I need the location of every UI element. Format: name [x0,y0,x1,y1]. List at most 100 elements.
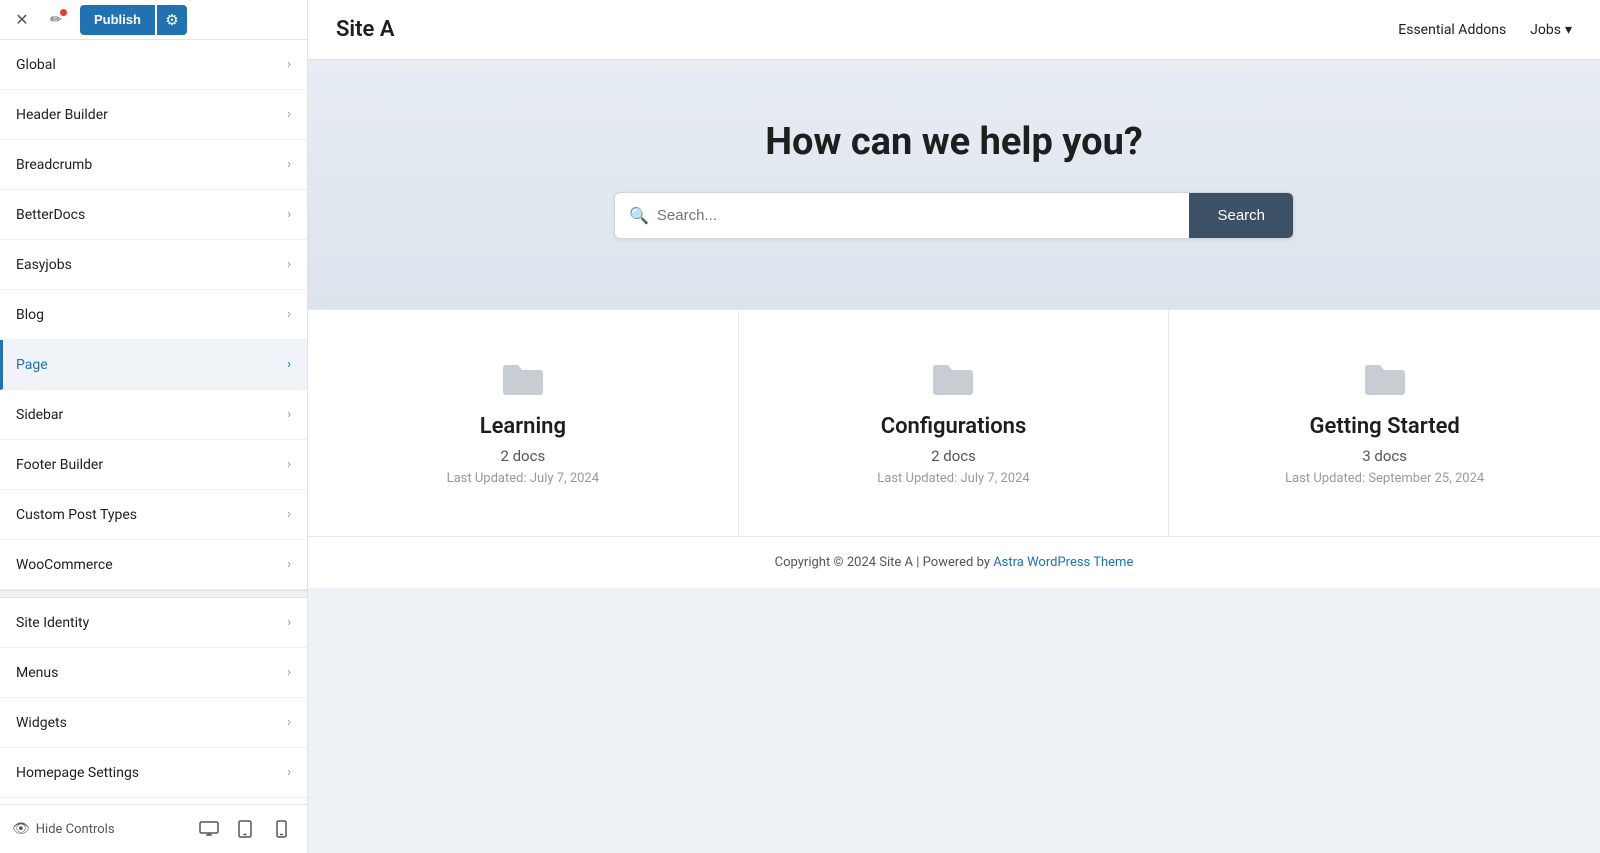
card-title: Configurations [881,414,1027,439]
card-learning[interactable]: Learning 2 docs Last Updated: July 7, 20… [308,310,739,536]
close-icon: ✕ [15,10,28,29]
sidebar-item-label: Global [16,57,56,73]
sidebar-item-custom-post-types[interactable]: Custom Post Types › [0,490,307,540]
sidebar-item-site-identity[interactable]: Site Identity › [0,598,307,648]
jobs-dropdown[interactable]: Jobs ▾ [1530,22,1572,38]
chevron-right-icon: › [287,57,291,72]
chevron-right-icon: › [287,615,291,630]
notification-dot [60,9,67,16]
sidebar-bottom: 👁 Hide Controls [0,804,307,853]
hero-section: How can we help you? 🔍 Search [308,60,1600,309]
publish-button[interactable]: Publish [80,5,155,35]
chevron-right-icon: › [287,715,291,730]
folder-icon [931,360,975,398]
chevron-right-icon: › [287,557,291,572]
card-docs: 2 docs [500,447,545,465]
sidebar-item-header-builder[interactable]: Header Builder › [0,90,307,140]
sidebar-item-label: Blog [16,307,44,323]
sidebar-item-blog[interactable]: Blog › [0,290,307,340]
page-footer: Copyright © 2024 Site A | Powered by Ast… [308,536,1600,588]
card-docs: 3 docs [1362,447,1407,465]
card-title: Learning [480,414,566,439]
site-title: Site A [336,17,395,42]
search-button[interactable]: Search [1189,193,1293,238]
sidebar-item-label: Easyjobs [16,257,72,273]
pen-button[interactable]: ✏ [42,6,70,34]
sidebar-item-label: Sidebar [16,407,63,423]
desktop-view-button[interactable] [195,815,223,843]
sidebar-item-label: Footer Builder [16,457,103,473]
sidebar-nav: Global › Header Builder › Breadcrumb › B… [0,40,307,804]
cards-grid: Learning 2 docs Last Updated: July 7, 20… [308,309,1600,536]
footer-link[interactable]: Astra WordPress Theme [993,555,1133,570]
sidebar-item-label: Breadcrumb [16,157,92,173]
chevron-right-icon: › [287,307,291,322]
card-updated: Last Updated: July 7, 2024 [877,471,1029,486]
publish-group: Publish ⚙ [80,5,187,35]
chevron-right-icon: › [287,665,291,680]
sidebar: ✕ ✏ Publish ⚙ Global › Header Builder › … [0,0,308,853]
top-nav: Site A Essential Addons Jobs ▾ [308,0,1600,60]
view-buttons [195,815,295,843]
sidebar-item-label: BetterDocs [16,207,85,223]
cards-section: Learning 2 docs Last Updated: July 7, 20… [308,309,1600,536]
eye-icon: 👁 [12,821,30,837]
tablet-icon [238,820,252,838]
card-updated: Last Updated: September 25, 2024 [1285,471,1484,486]
chevron-right-icon: › [287,457,291,472]
card-configurations[interactable]: Configurations 2 docs Last Updated: July… [739,310,1170,536]
search-bar: 🔍 Search [614,192,1294,239]
sidebar-item-label: Menus [16,665,58,681]
card-getting-started[interactable]: Getting Started 3 docs Last Updated: Sep… [1169,310,1600,536]
sidebar-item-label: Page [16,357,48,373]
hide-controls-button[interactable]: 👁 Hide Controls [12,821,115,837]
jobs-arrow-icon: ▾ [1565,22,1572,38]
chevron-right-icon: › [287,207,291,222]
folder-icon [1363,360,1407,398]
search-input[interactable] [657,193,1176,238]
sidebar-item-sidebar[interactable]: Sidebar › [0,390,307,440]
sidebar-item-footer-builder[interactable]: Footer Builder › [0,440,307,490]
sidebar-item-homepage-settings[interactable]: Homepage Settings › [0,748,307,798]
sidebar-item-label: Widgets [16,715,67,731]
search-input-wrap: 🔍 [615,193,1189,238]
sidebar-item-page[interactable]: Page › [0,340,307,390]
chevron-right-icon: › [287,257,291,272]
folder-icon [501,360,545,398]
tablet-view-button[interactable] [231,815,259,843]
chevron-right-icon: › [287,507,291,522]
sidebar-item-label: WooCommerce [16,557,113,573]
sidebar-item-menus[interactable]: Menus › [0,648,307,698]
sidebar-item-easyjobs[interactable]: Easyjobs › [0,240,307,290]
hide-controls-label: Hide Controls [36,822,115,837]
sidebar-item-breadcrumb[interactable]: Breadcrumb › [0,140,307,190]
card-title: Getting Started [1310,414,1460,439]
essential-addons-link[interactable]: Essential Addons [1398,22,1506,38]
chevron-right-icon: › [287,107,291,122]
sidebar-item-label: Custom Post Types [16,507,137,523]
card-docs: 2 docs [931,447,976,465]
chevron-right-icon: › [287,407,291,422]
card-updated: Last Updated: July 7, 2024 [447,471,599,486]
sidebar-topbar: ✕ ✏ Publish ⚙ [0,0,307,40]
chevron-right-icon: › [287,357,291,372]
chevron-right-icon: › [287,765,291,780]
settings-icon: ⚙ [165,11,178,29]
chevron-right-icon: › [287,157,291,172]
sidebar-item-global[interactable]: Global › [0,40,307,90]
footer-text: Copyright © 2024 Site A | Powered by [775,555,994,570]
sidebar-item-label: Site Identity [16,615,89,631]
jobs-label: Jobs [1530,22,1561,38]
sidebar-item-label: Header Builder [16,107,108,123]
sidebar-item-label: Homepage Settings [16,765,139,781]
sidebar-item-betterdocs[interactable]: BetterDocs › [0,190,307,240]
hero-title: How can we help you? [765,120,1143,164]
sidebar-divider [0,590,307,598]
close-button[interactable]: ✕ [8,6,36,34]
sidebar-item-widgets[interactable]: Widgets › [0,698,307,748]
mobile-view-button[interactable] [267,815,295,843]
settings-button[interactable]: ⚙ [157,5,187,35]
mobile-icon [276,820,287,838]
sidebar-item-woocommerce[interactable]: WooCommerce › [0,540,307,590]
page-area: How can we help you? 🔍 Search Learning 2 [308,60,1600,853]
